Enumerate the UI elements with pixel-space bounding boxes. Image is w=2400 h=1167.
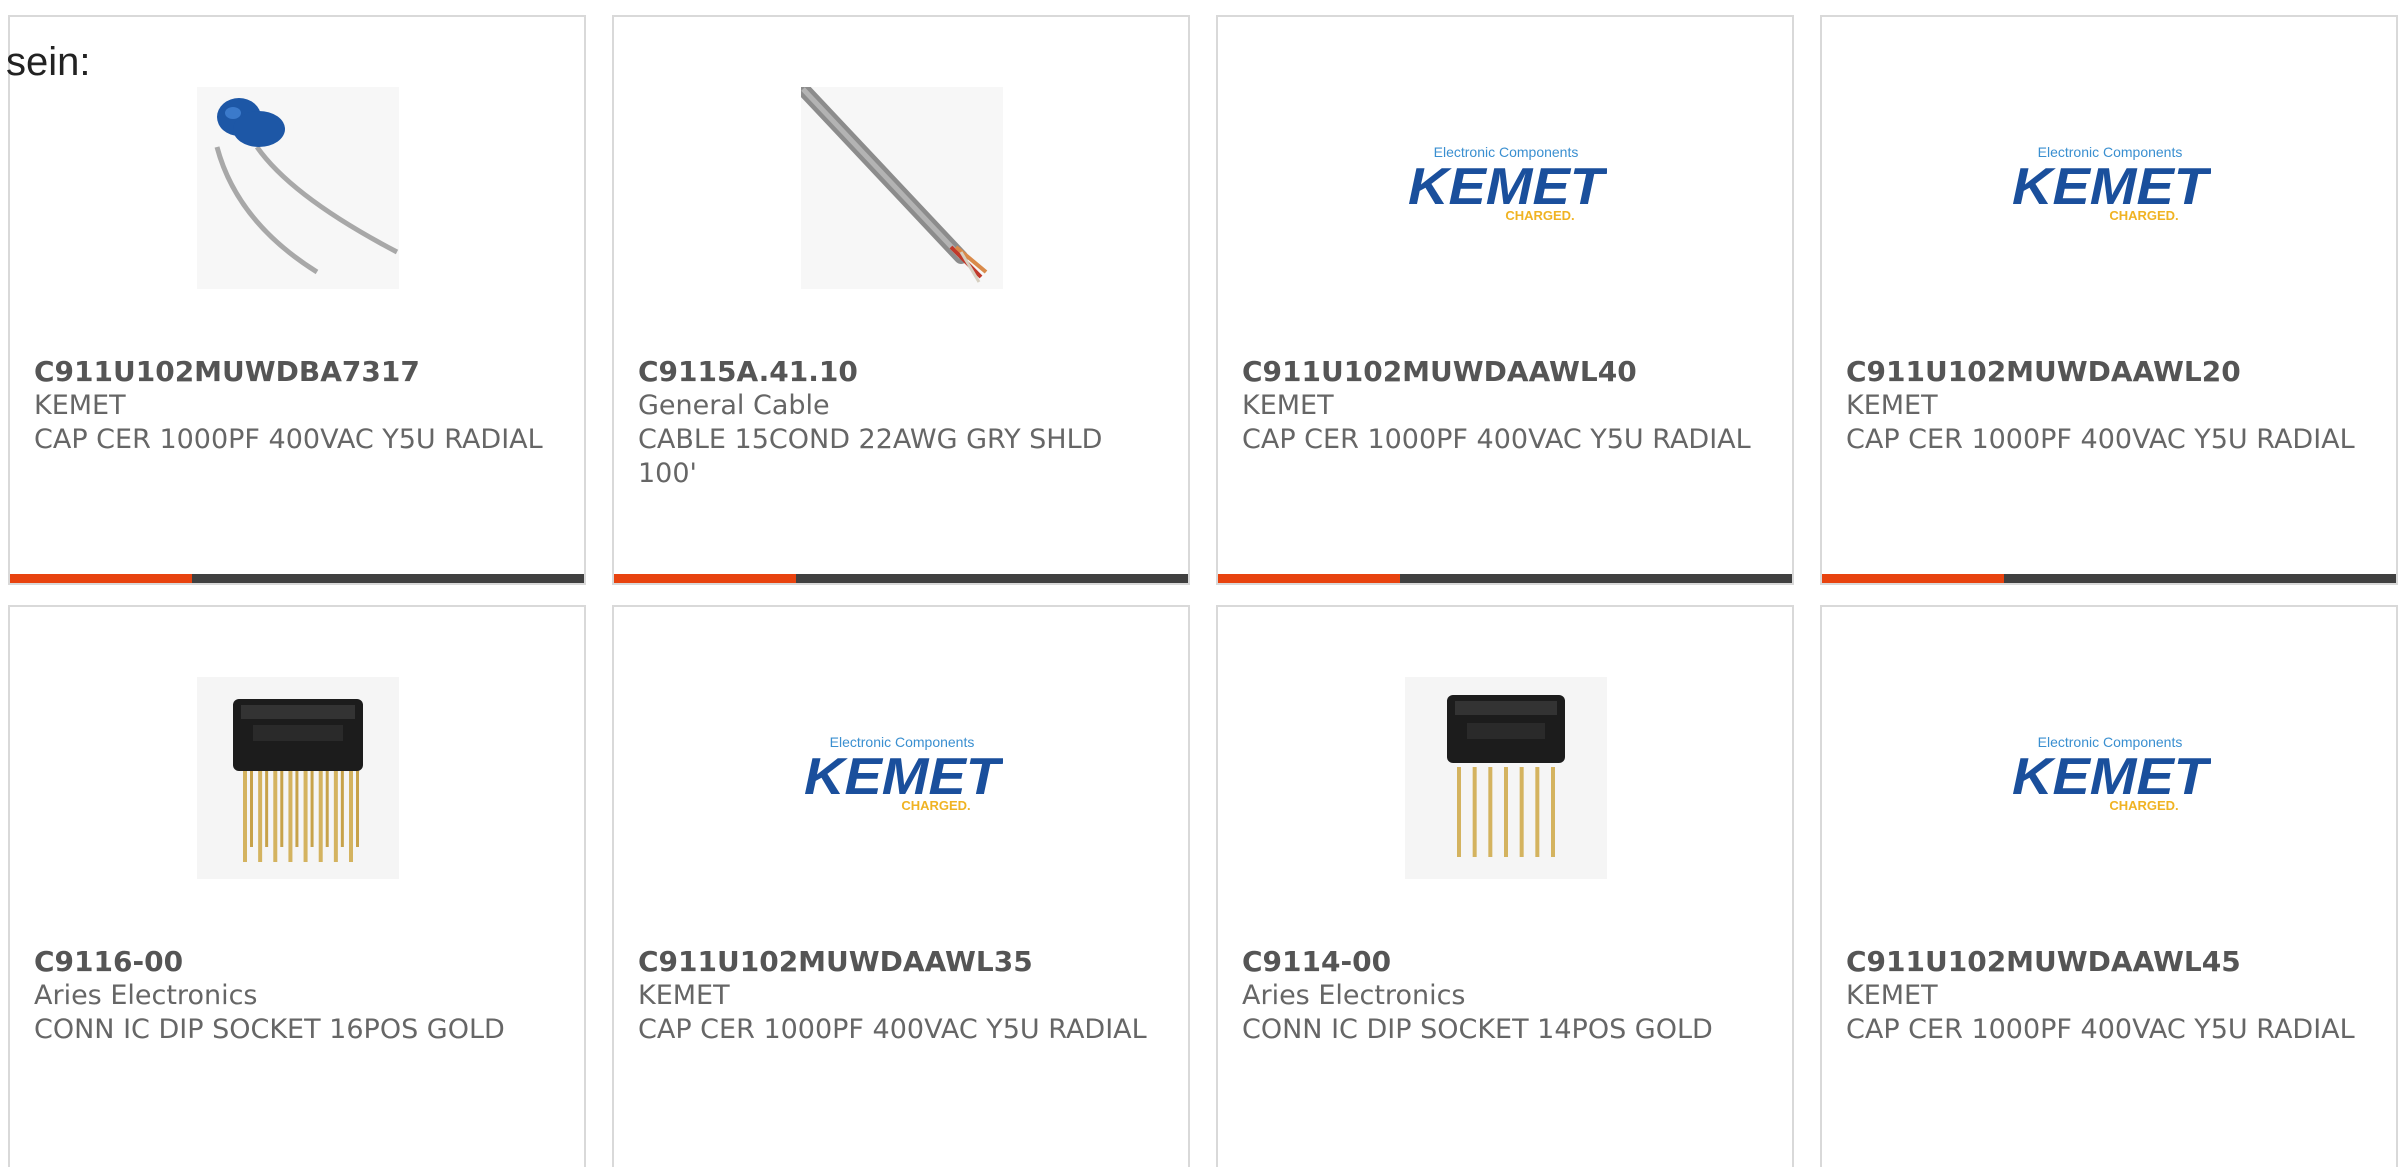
kemet-logo[interactable]: Electronic Components KEMET CHARGED. xyxy=(1405,87,1607,289)
product-card[interactable]: C9115A.41.10 General Cable CABLE 15COND … xyxy=(612,15,1190,585)
part-number[interactable]: C911U102MUWDAAWL40 xyxy=(1242,355,1762,389)
description: CABLE 15COND 22AWG GRY SHLD 100' xyxy=(638,424,1103,489)
part-number[interactable]: C9114-00 xyxy=(1242,945,1762,979)
manufacturer: KEMET xyxy=(1846,390,1938,421)
product-image[interactable] xyxy=(801,87,1003,289)
product-card[interactable]: Electronic Components KEMET CHARGED. C91… xyxy=(1820,15,2398,585)
product-image[interactable] xyxy=(197,677,399,879)
product-info: C911U102MUWDAAWL20 KEMET CAP CER 1000PF … xyxy=(1846,355,2366,457)
product-grid-page: sein: C911U102MUWDBA7317 KEMET CAP CER 1… xyxy=(0,0,2400,1167)
part-number[interactable]: C911U102MUWDAAWL20 xyxy=(1846,355,2366,389)
part-number[interactable]: C9116-00 xyxy=(34,945,554,979)
manufacturer: KEMET xyxy=(34,390,126,421)
product-card[interactable]: Electronic Components KEMET CHARGED. C91… xyxy=(1216,15,1794,585)
product-info: C911U102MUWDAAWL35 KEMET CAP CER 1000PF … xyxy=(638,945,1158,1047)
kemet-slogan: CHARGED. xyxy=(2109,208,2178,223)
manufacturer: KEMET xyxy=(638,980,730,1011)
manufacturer: KEMET xyxy=(1846,980,1938,1011)
product-info: C911U102MUWDBA7317 KEMET CAP CER 1000PF … xyxy=(34,355,554,457)
product-grid: C911U102MUWDBA7317 KEMET CAP CER 1000PF … xyxy=(8,15,2398,1167)
manufacturer: Aries Electronics xyxy=(34,980,258,1011)
description: CAP CER 1000PF 400VAC Y5U RADIAL xyxy=(638,1014,1147,1045)
product-info: C9115A.41.10 General Cable CABLE 15COND … xyxy=(638,355,1158,491)
card-hover-bar xyxy=(1822,574,2396,583)
card-accent-bar xyxy=(614,574,796,583)
kemet-slogan: CHARGED. xyxy=(1505,208,1574,223)
product-info: C911U102MUWDAAWL40 KEMET CAP CER 1000PF … xyxy=(1242,355,1762,457)
manufacturer: Aries Electronics xyxy=(1242,980,1466,1011)
product-info: C9114-00 Aries Electronics CONN IC DIP S… xyxy=(1242,945,1762,1047)
card-hover-bar xyxy=(10,574,584,583)
card-accent-bar xyxy=(1218,574,1400,583)
product-info: C911U102MUWDAAWL45 KEMET CAP CER 1000PF … xyxy=(1846,945,2366,1047)
card-hover-bar xyxy=(1218,574,1792,583)
product-image[interactable] xyxy=(1405,677,1607,879)
description: CAP CER 1000PF 400VAC Y5U RADIAL xyxy=(1242,424,1751,455)
kemet-logo[interactable]: Electronic Components KEMET CHARGED. xyxy=(2009,87,2211,289)
intro-text: sein: xyxy=(6,40,91,84)
product-info: C9116-00 Aries Electronics CONN IC DIP S… xyxy=(34,945,554,1047)
part-number[interactable]: C911U102MUWDBA7317 xyxy=(34,355,554,389)
description: CONN IC DIP SOCKET 14POS GOLD xyxy=(1242,1014,1713,1045)
part-number[interactable]: C911U102MUWDAAWL45 xyxy=(1846,945,2366,979)
manufacturer: General Cable xyxy=(638,390,830,421)
product-card[interactable]: Electronic Components KEMET CHARGED. C91… xyxy=(612,605,1190,1167)
kemet-logo[interactable]: Electronic Components KEMET CHARGED. xyxy=(2009,677,2211,879)
kemet-slogan: CHARGED. xyxy=(2109,798,2178,813)
kemet-slogan: CHARGED. xyxy=(901,798,970,813)
description: CAP CER 1000PF 400VAC Y5U RADIAL xyxy=(1846,1014,2355,1045)
description: CAP CER 1000PF 400VAC Y5U RADIAL xyxy=(34,424,543,455)
kemet-logo[interactable]: Electronic Components KEMET CHARGED. xyxy=(801,677,1003,879)
product-card[interactable]: C9114-00 Aries Electronics CONN IC DIP S… xyxy=(1216,605,1794,1167)
product-card[interactable]: C911U102MUWDBA7317 KEMET CAP CER 1000PF … xyxy=(8,15,586,585)
card-accent-bar xyxy=(10,574,192,583)
description: CAP CER 1000PF 400VAC Y5U RADIAL xyxy=(1846,424,2355,455)
part-number[interactable]: C911U102MUWDAAWL35 xyxy=(638,945,1158,979)
part-number[interactable]: C9115A.41.10 xyxy=(638,355,1158,389)
product-card[interactable]: Electronic Components KEMET CHARGED. C91… xyxy=(1820,605,2398,1167)
card-hover-bar xyxy=(614,574,1188,583)
description: CONN IC DIP SOCKET 16POS GOLD xyxy=(34,1014,505,1045)
card-accent-bar xyxy=(1822,574,2004,583)
product-card[interactable]: C9116-00 Aries Electronics CONN IC DIP S… xyxy=(8,605,586,1167)
product-image[interactable] xyxy=(197,87,399,289)
manufacturer: KEMET xyxy=(1242,390,1334,421)
